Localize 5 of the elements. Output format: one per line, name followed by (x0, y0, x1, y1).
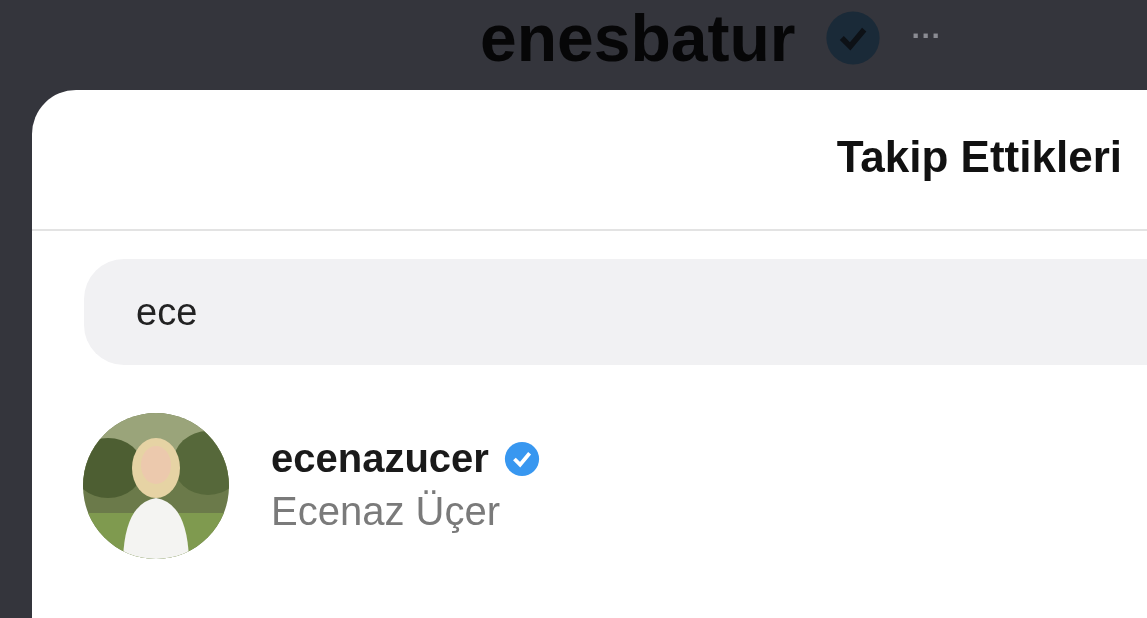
more-options-button[interactable]: ··· (911, 19, 942, 53)
search-field[interactable]: ece (84, 259, 1147, 365)
username[interactable]: ecenazucer (271, 436, 489, 481)
full-name: Ecenaz Üçer (271, 489, 501, 534)
dialog-title: Takip Ettikleri (836, 131, 1122, 182)
